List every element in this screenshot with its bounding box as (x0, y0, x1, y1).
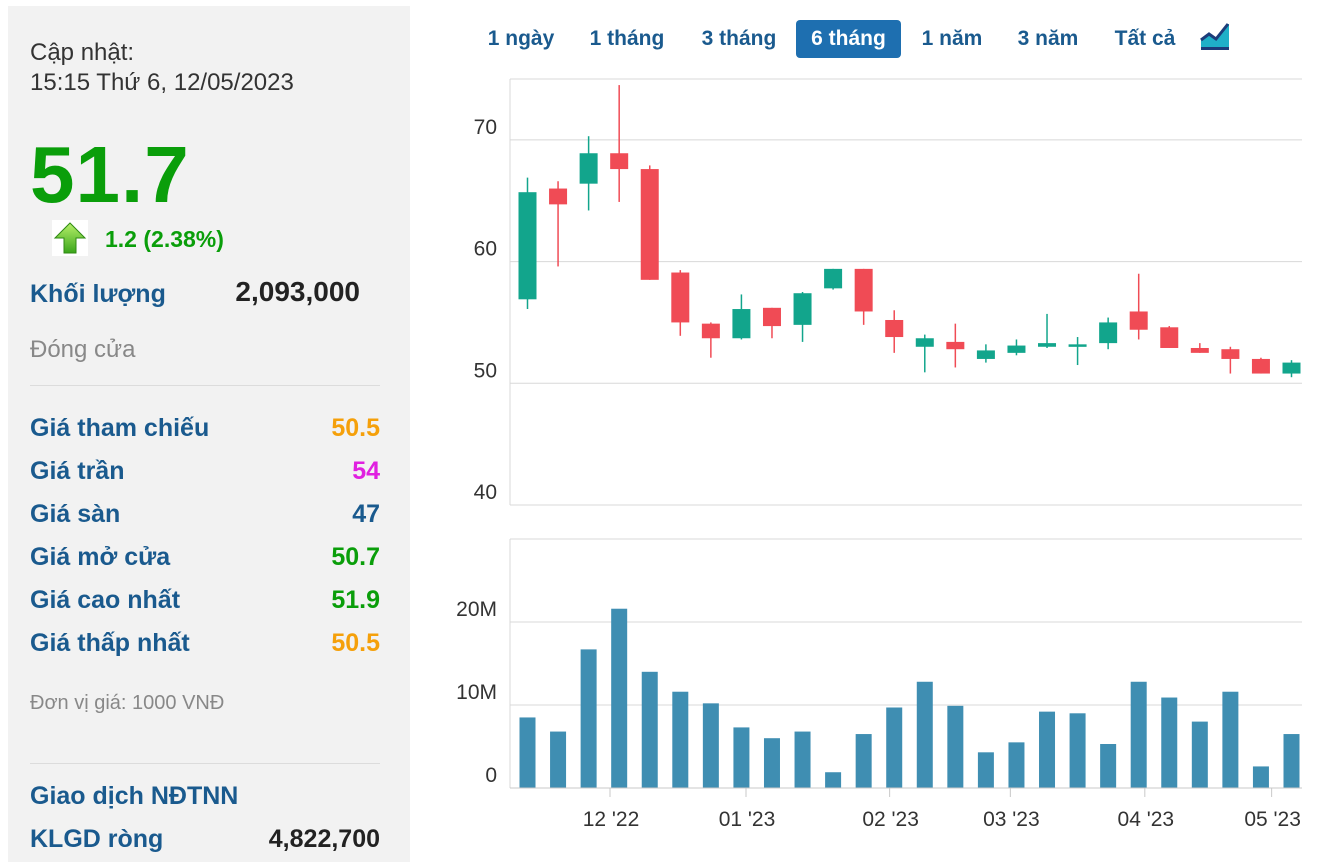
candlestick[interactable] (762, 307, 781, 339)
candle-body (610, 153, 629, 170)
x-tick-label: 01 '23 (719, 808, 776, 831)
volume-bar[interactable] (825, 772, 842, 788)
candle-body (762, 307, 781, 327)
candle-body (915, 338, 934, 347)
volume-bar[interactable] (916, 681, 933, 788)
candle-body (976, 350, 995, 359)
candlestick[interactable] (1099, 317, 1118, 350)
candlestick[interactable] (579, 136, 598, 211)
candle-body (671, 272, 690, 323)
candlestick[interactable] (915, 334, 934, 373)
volume-bar[interactable] (1252, 766, 1269, 788)
candlestick[interactable] (732, 294, 751, 340)
candlestick[interactable] (1068, 337, 1087, 366)
x-tick-label: 12 '22 (583, 808, 640, 831)
volume-bar[interactable] (1191, 721, 1208, 788)
y-tick-label: 40 (474, 481, 497, 504)
volume-bar[interactable] (641, 671, 658, 788)
volume-bar[interactable] (947, 705, 964, 788)
candlestick[interactable] (1221, 346, 1240, 374)
candle-body (1129, 311, 1148, 330)
y-tick-label: 60 (474, 238, 497, 261)
candlestick[interactable] (885, 310, 904, 353)
candle-body (1221, 349, 1240, 359)
candle-body (640, 169, 659, 280)
candlestick[interactable] (793, 292, 812, 342)
volume-bar[interactable] (1069, 713, 1086, 788)
price-volume-chart: 40 50 60 70 0 10M 20M 12 '22 01 '23 02 '23 03 '2… (456, 78, 1302, 831)
candle-body (1099, 322, 1118, 344)
volume-bar[interactable] (580, 649, 597, 788)
y-tick-label: 10M (456, 681, 497, 704)
candle-body (1007, 345, 1026, 353)
volume-bar[interactable] (1161, 697, 1178, 788)
candlestick[interactable] (976, 344, 995, 363)
volume-bar[interactable] (794, 731, 811, 788)
candle-body (885, 319, 904, 338)
candle-body (732, 309, 751, 339)
volume-bar[interactable] (1222, 691, 1239, 788)
candlestick[interactable] (1160, 326, 1179, 348)
candle-body (549, 188, 568, 205)
volume-bar[interactable] (519, 717, 536, 788)
candlestick[interactable] (1007, 339, 1026, 356)
volume-bar[interactable] (886, 707, 903, 788)
candlestick[interactable] (1129, 273, 1148, 340)
x-tick-label: 02 '23 (862, 808, 919, 831)
volume-bar[interactable] (1008, 742, 1025, 788)
candlestick[interactable] (610, 85, 629, 202)
volume-bar[interactable] (611, 608, 628, 788)
volume-bar[interactable] (733, 727, 750, 788)
y-tick-label: 50 (474, 359, 497, 382)
candlestick[interactable] (518, 177, 537, 310)
x-tick-label: 03 '23 (983, 808, 1040, 831)
candle-body (1190, 347, 1209, 353)
candlestick[interactable] (549, 181, 568, 267)
volume-bar[interactable] (855, 734, 872, 788)
candlestick[interactable] (1038, 313, 1057, 348)
volume-bar[interactable] (1100, 744, 1117, 788)
candle-body (1251, 358, 1270, 374)
x-tick-label: 04 '23 (1118, 808, 1175, 831)
candle-body (824, 268, 843, 289)
y-tick-label: 20M (456, 598, 497, 621)
candle-body (793, 293, 812, 325)
candlestick[interactable] (640, 165, 659, 280)
candle-body (701, 323, 720, 339)
candlestick[interactable] (946, 323, 965, 368)
volume-bar[interactable] (1039, 711, 1056, 788)
candlestick[interactable] (1251, 357, 1270, 374)
candlestick[interactable] (701, 322, 720, 358)
candlestick[interactable] (824, 268, 843, 290)
candle-body (518, 192, 537, 300)
volume-bar[interactable] (1283, 734, 1300, 788)
candle-body (854, 268, 873, 312)
candlestick[interactable] (1282, 360, 1301, 378)
candlestick[interactable] (1190, 343, 1209, 353)
candlestick[interactable] (854, 268, 873, 325)
volume-bar[interactable] (672, 691, 689, 788)
volume-bar[interactable] (763, 738, 780, 788)
candle-body (1282, 362, 1301, 374)
x-tick-label: 05 '23 (1244, 808, 1301, 831)
candle-body (579, 153, 598, 184)
volume-bar[interactable] (977, 752, 994, 788)
candle-body (946, 341, 965, 350)
volume-bar[interactable] (550, 731, 567, 788)
candle-body (1068, 344, 1087, 347)
y-tick-label: 0 (485, 764, 497, 787)
volume-bar[interactable] (702, 703, 719, 788)
y-tick-label: 70 (474, 116, 497, 139)
candle-body (1038, 343, 1057, 347)
candlestick[interactable] (671, 270, 690, 336)
candle-body (1160, 327, 1179, 348)
volume-bar[interactable] (1130, 681, 1147, 788)
